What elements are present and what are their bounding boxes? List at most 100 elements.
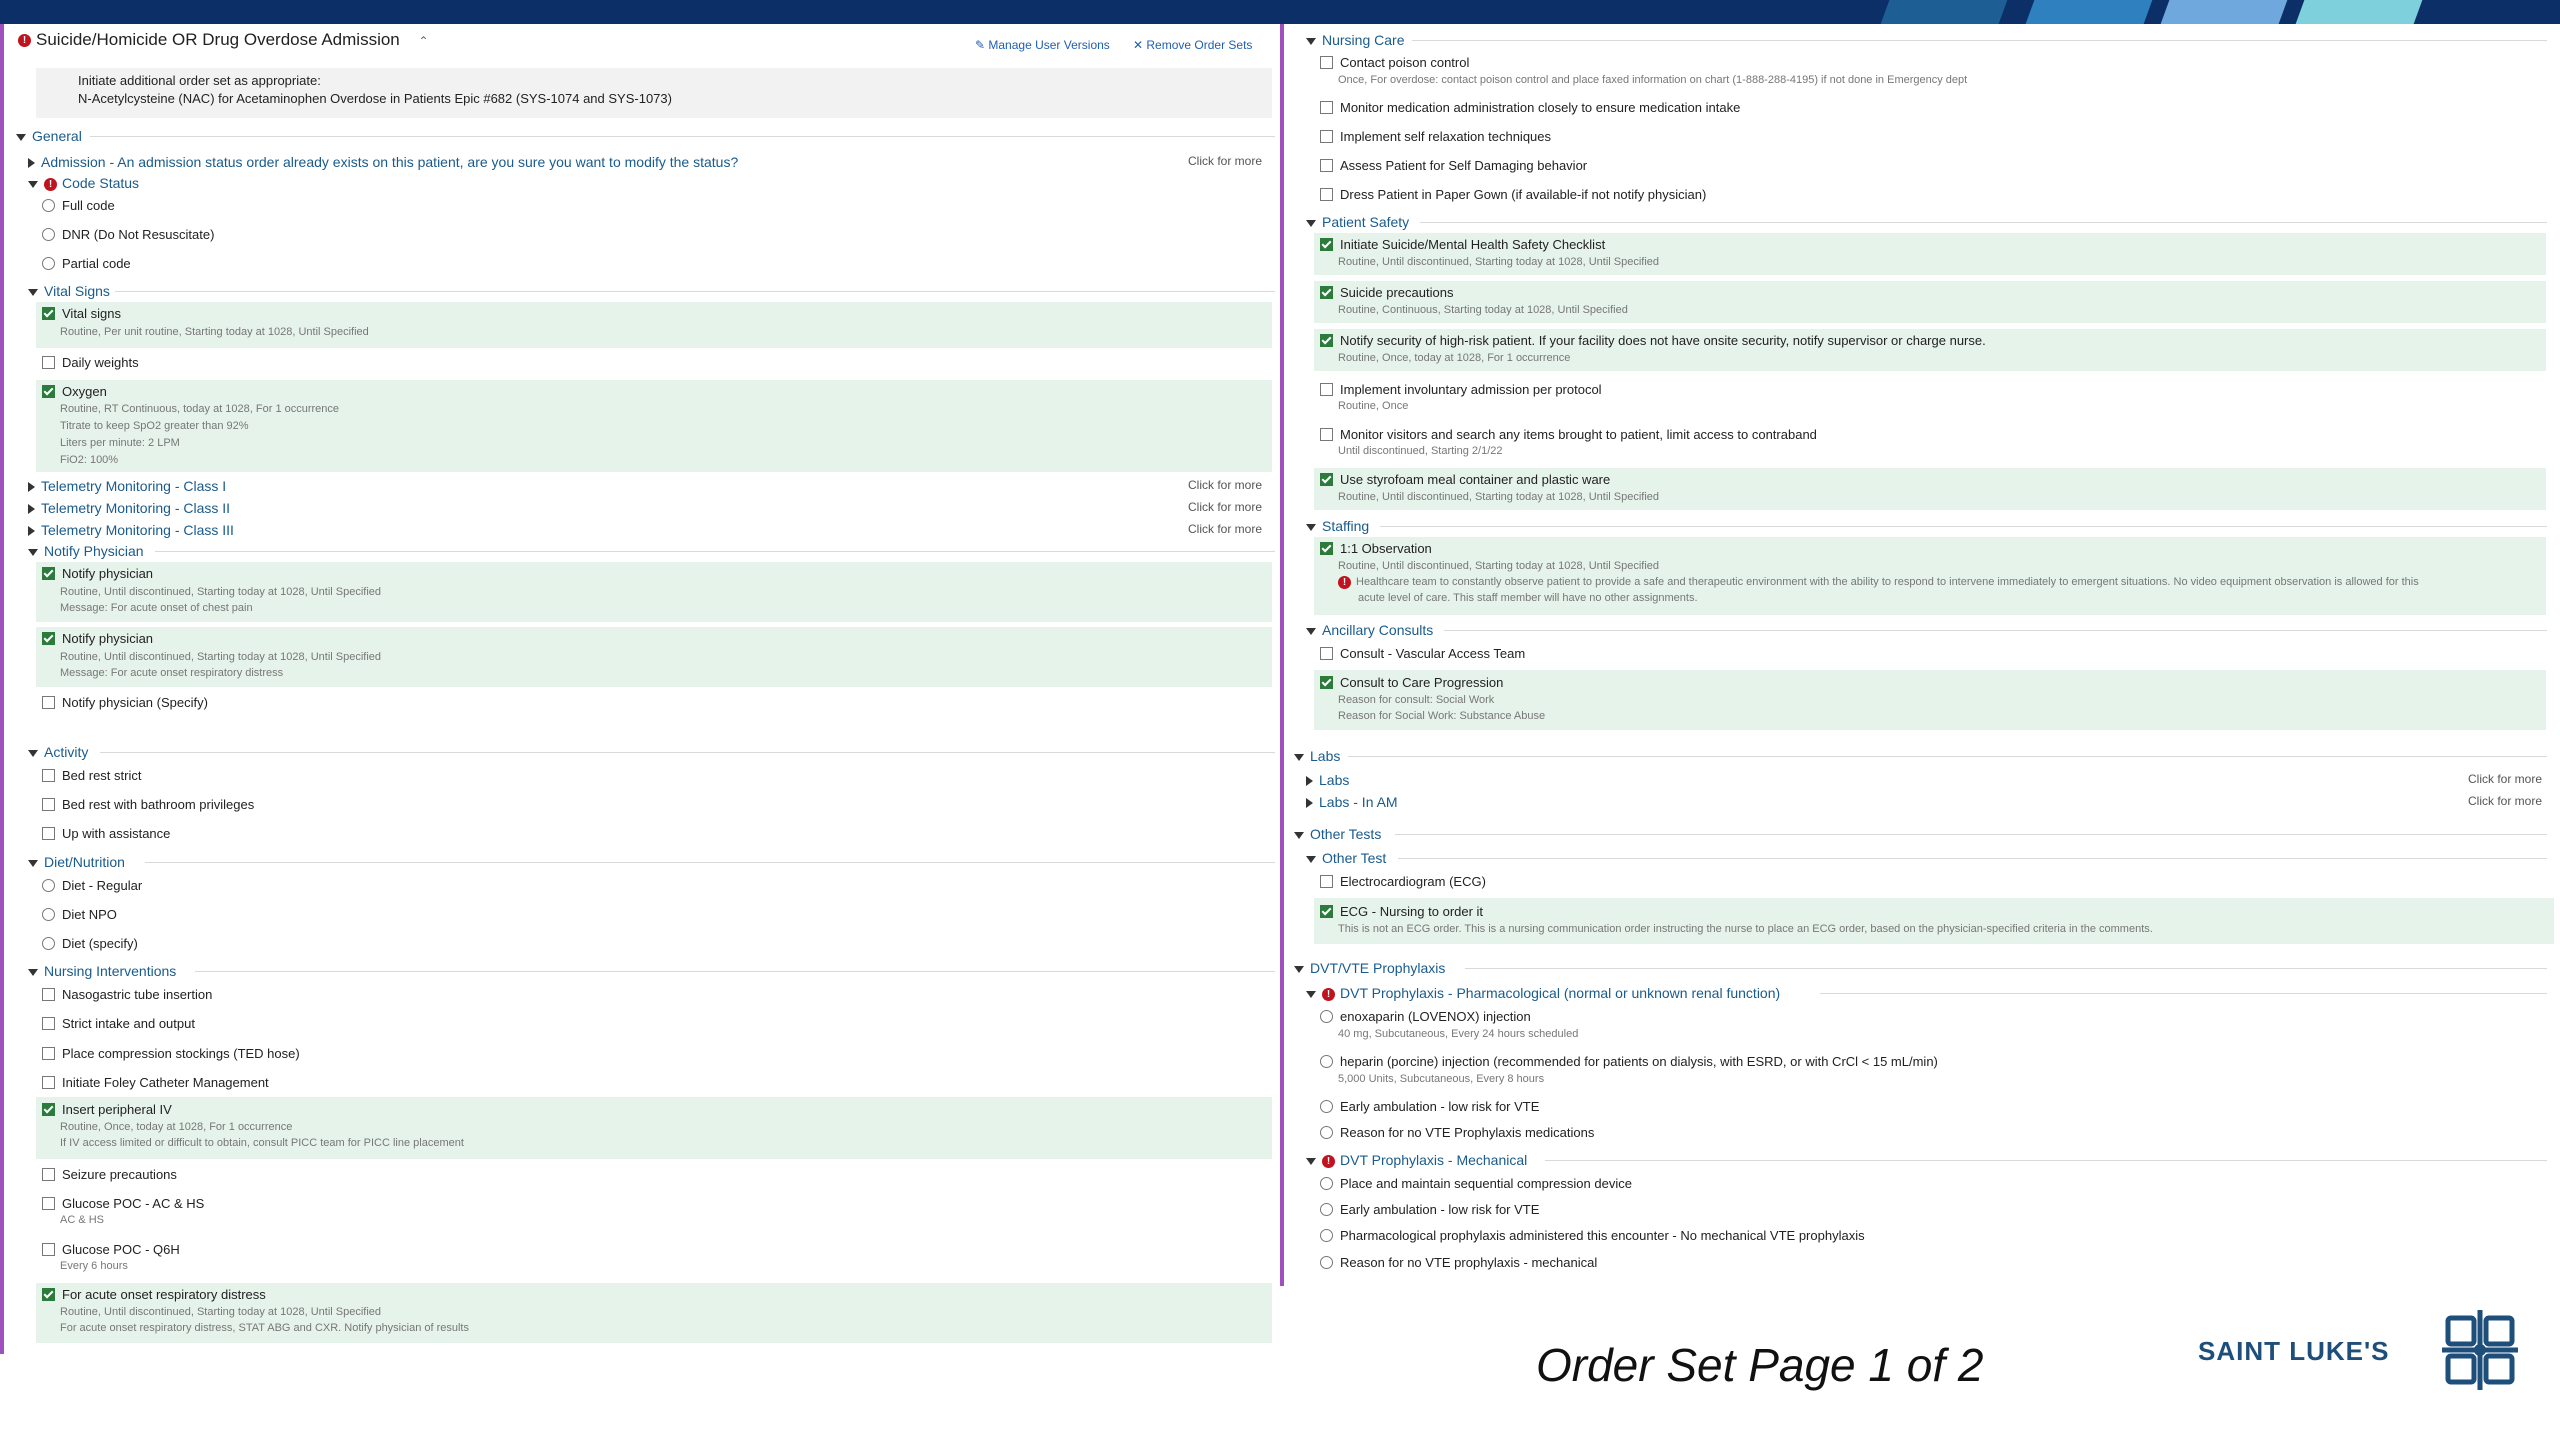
- section-general[interactable]: General: [16, 126, 82, 146]
- nursing-care-group[interactable]: Nursing Care: [1306, 30, 1404, 50]
- self-relaxation-order[interactable]: Implement self relaxation techniques: [1320, 127, 1551, 147]
- vascular-access-order[interactable]: Consult - Vascular Access Team: [1320, 644, 1525, 664]
- radio-button[interactable]: [1320, 1055, 1333, 1069]
- expand-icon[interactable]: [28, 288, 38, 296]
- checkbox[interactable]: [42, 1197, 55, 1211]
- activity-group[interactable]: Activity: [28, 742, 88, 762]
- expand-icon[interactable]: [1306, 627, 1316, 635]
- checkbox[interactable]: [42, 1103, 55, 1117]
- diet-nutrition-group[interactable]: Diet/Nutrition: [28, 852, 125, 872]
- insert-iv-order[interactable]: Insert peripheral IV: [42, 1100, 172, 1120]
- vital-signs-order[interactable]: Vital signs: [42, 304, 121, 324]
- radio-button[interactable]: [42, 228, 55, 242]
- radio-button[interactable]: [1320, 1126, 1333, 1140]
- collapse-icon[interactable]: [1306, 776, 1313, 787]
- strict-io-order[interactable]: Strict intake and output: [42, 1014, 195, 1034]
- daily-weights-order[interactable]: Daily weights: [42, 353, 139, 373]
- expand-icon[interactable]: [1294, 965, 1304, 973]
- checkbox[interactable]: [42, 769, 55, 783]
- radio-button[interactable]: [42, 937, 55, 951]
- checkbox[interactable]: [1320, 647, 1333, 661]
- diet-specify-option[interactable]: Diet (specify): [42, 934, 138, 954]
- glucose-q6h-order[interactable]: Glucose POC - Q6H: [42, 1240, 180, 1260]
- radio-button[interactable]: [1320, 1010, 1333, 1024]
- checkbox[interactable]: [42, 307, 55, 321]
- expand-icon[interactable]: [1306, 990, 1316, 998]
- staffing-group[interactable]: Staffing: [1306, 516, 1369, 536]
- collapse-icon[interactable]: [28, 526, 35, 537]
- checkbox[interactable]: [42, 988, 55, 1002]
- oxygen-order[interactable]: Oxygen: [42, 382, 107, 402]
- checkbox[interactable]: [1320, 905, 1333, 919]
- expand-icon[interactable]: [1306, 855, 1316, 863]
- telemetry-class-2-group[interactable]: Telemetry Monitoring - Class II: [28, 498, 230, 518]
- reason-no-vte-option[interactable]: Reason for no VTE Prophylaxis medication…: [1320, 1123, 1594, 1143]
- expand-icon[interactable]: [1306, 523, 1316, 531]
- labs-in-am-group[interactable]: Labs - In AM: [1306, 792, 1398, 812]
- click-for-more-link[interactable]: Click for more: [2468, 772, 2542, 786]
- telemetry-class-3-group[interactable]: Telemetry Monitoring - Class III: [28, 520, 234, 540]
- labs-group[interactable]: Labs: [1306, 770, 1349, 790]
- checkbox[interactable]: [42, 385, 55, 399]
- glucose-ac-hs-order[interactable]: Glucose POC - AC & HS: [42, 1194, 204, 1214]
- expand-icon[interactable]: [1306, 219, 1316, 227]
- checkbox[interactable]: [42, 1076, 55, 1090]
- collapse-icon[interactable]: [28, 158, 35, 169]
- checkbox[interactable]: [42, 567, 55, 581]
- partial-code-option[interactable]: Partial code: [42, 254, 131, 274]
- early-ambulation-option[interactable]: Early ambulation - low risk for VTE: [1320, 1097, 1539, 1117]
- checkbox[interactable]: [1320, 875, 1333, 889]
- checkbox[interactable]: [1320, 130, 1333, 144]
- checkbox[interactable]: [42, 798, 55, 812]
- involuntary-admission-order[interactable]: Implement involuntary admission per prot…: [1320, 380, 1602, 400]
- checkbox[interactable]: [1320, 383, 1333, 397]
- checkbox[interactable]: [1320, 473, 1333, 487]
- pharm-prophylaxis-option[interactable]: Pharmacological prophylaxis administered…: [1320, 1226, 1865, 1246]
- ecg-nursing-order[interactable]: ECG - Nursing to order it: [1320, 902, 1483, 922]
- manage-user-versions-link[interactable]: ✎ Manage User Versions: [975, 38, 1110, 52]
- radio-button[interactable]: [42, 257, 55, 271]
- bed-rest-bathroom-order[interactable]: Bed rest with bathroom privileges: [42, 795, 254, 815]
- styrofoam-order[interactable]: Use styrofoam meal container and plastic…: [1320, 470, 1610, 490]
- diet-npo-option[interactable]: Diet NPO: [42, 905, 117, 925]
- checkbox[interactable]: [42, 1047, 55, 1061]
- patient-safety-group[interactable]: Patient Safety: [1306, 212, 1409, 232]
- checkbox[interactable]: [42, 696, 55, 710]
- notify-physician-group[interactable]: Notify Physician: [28, 541, 144, 561]
- code-status-group[interactable]: ! Code Status: [28, 173, 139, 193]
- radio-button[interactable]: [42, 199, 55, 213]
- remove-order-sets-link[interactable]: ✕ Remove Order Sets: [1133, 38, 1252, 52]
- one-to-one-observation-order[interactable]: 1:1 Observation: [1320, 539, 1432, 559]
- checkbox[interactable]: [1320, 286, 1333, 300]
- click-for-more-link[interactable]: Click for more: [1188, 522, 1262, 536]
- expand-icon[interactable]: [28, 548, 38, 556]
- collapse-icon[interactable]: [1306, 798, 1313, 809]
- up-with-assistance-order[interactable]: Up with assistance: [42, 824, 170, 844]
- checkbox[interactable]: [1320, 238, 1333, 252]
- checkbox[interactable]: [1320, 676, 1333, 690]
- safety-checklist-order[interactable]: Initiate Suicide/Mental Health Safety Ch…: [1320, 235, 1605, 255]
- expand-icon[interactable]: [28, 749, 38, 757]
- radio-button[interactable]: [1320, 1256, 1333, 1270]
- click-for-more-link[interactable]: Click for more: [1188, 478, 1262, 492]
- section-labs[interactable]: Labs: [1294, 746, 1340, 766]
- ancillary-consults-group[interactable]: Ancillary Consults: [1306, 620, 1433, 640]
- collapse-icon[interactable]: ⌃: [419, 34, 429, 48]
- expand-icon[interactable]: [1306, 1157, 1316, 1165]
- ecg-order[interactable]: Electrocardiogram (ECG): [1320, 872, 1486, 892]
- checkbox[interactable]: [42, 827, 55, 841]
- ng-tube-order[interactable]: Nasogastric tube insertion: [42, 985, 212, 1005]
- expand-icon[interactable]: [28, 180, 38, 188]
- seizure-precautions-order[interactable]: Seizure precautions: [42, 1165, 177, 1185]
- checkbox[interactable]: [42, 1168, 55, 1182]
- notify-physician-specify-order[interactable]: Notify physician (Specify): [42, 693, 208, 713]
- notify-physician-order[interactable]: Notify physician: [42, 629, 153, 649]
- expand-icon[interactable]: [1306, 37, 1316, 45]
- dnr-option[interactable]: DNR (Do Not Resuscitate): [42, 225, 214, 245]
- radio-button[interactable]: [42, 879, 55, 893]
- respiratory-distress-order[interactable]: For acute onset respiratory distress: [42, 1285, 266, 1305]
- checkbox[interactable]: [42, 632, 55, 646]
- scd-option[interactable]: Place and maintain sequential compressio…: [1320, 1174, 1632, 1194]
- collapse-icon[interactable]: [28, 504, 35, 515]
- radio-button[interactable]: [1320, 1177, 1333, 1191]
